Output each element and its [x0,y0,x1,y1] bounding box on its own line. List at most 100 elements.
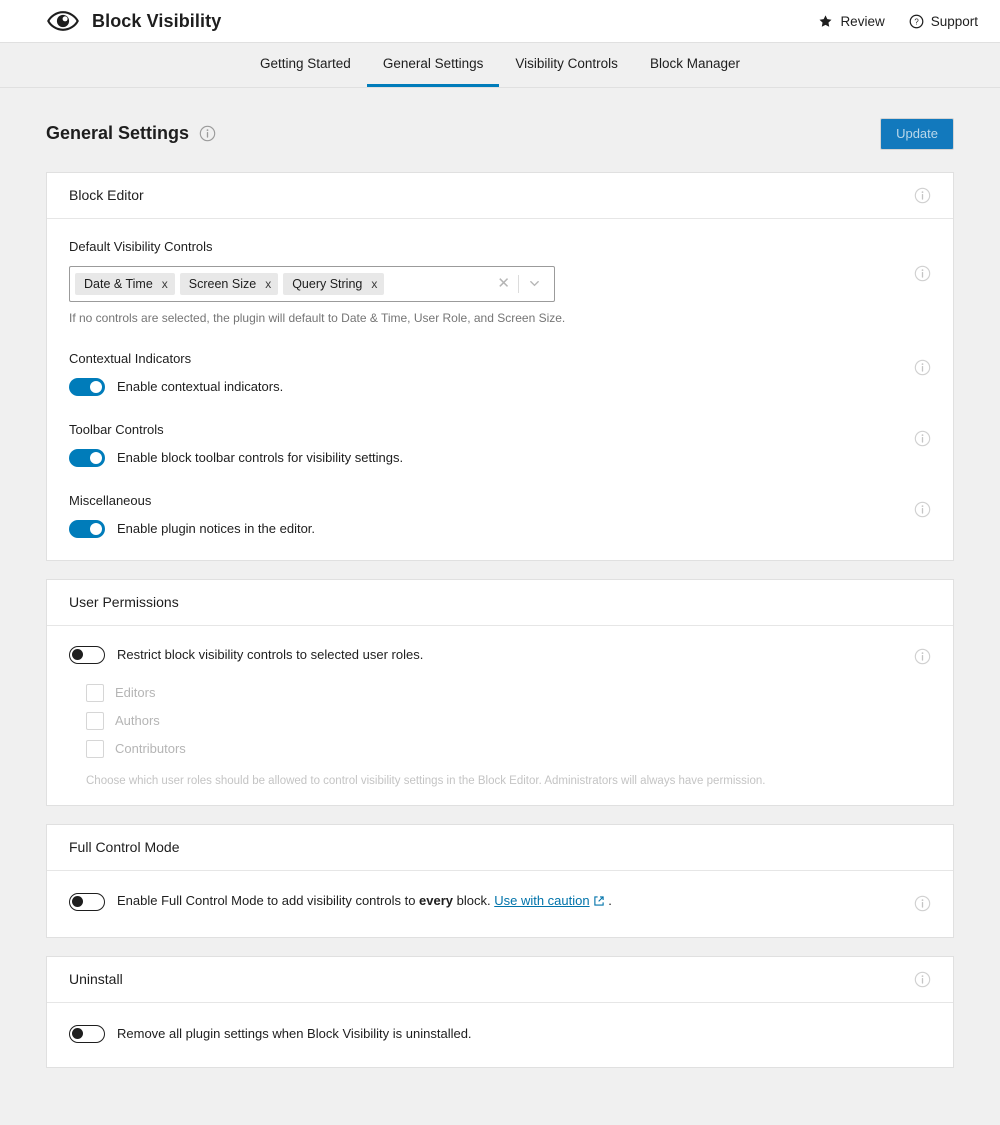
uninstall-row: Remove all plugin settings when Block Vi… [69,1024,931,1043]
tab-bar: Getting Started General Settings Visibil… [0,43,1000,88]
fcm-text-trailing: . [604,893,612,909]
miscellaneous-row: Enable plugin notices in the editor. [69,519,911,538]
panel-body-uninstall: Remove all plugin settings when Block Vi… [47,1003,953,1067]
panel-full-control-mode: Full Control Mode Enable Full Control Mo… [46,823,954,938]
contextual-indicators-label: Contextual Indicators [69,350,192,366]
update-button[interactable]: Update [880,118,954,150]
setting-full-control-mode: Enable Full Control Mode to add visibili… [69,892,931,913]
setting-main: Miscellaneous Enable plugin notices in t… [69,467,911,538]
chevron-down-icon[interactable] [519,277,550,290]
full-control-mode-toggle-label: Enable Full Control Mode to add visibili… [117,893,612,910]
toolbar-controls-toggle[interactable] [69,448,105,467]
setting-main: Toolbar Controls Enable block toolbar co… [69,396,911,467]
close-icon[interactable]: ✕ [489,276,518,291]
panel-user-permissions: User Permissions Restrict block visibili… [46,578,954,806]
setting-info-slot [911,893,931,913]
question-circle-icon: ? [909,14,924,29]
panel-block-editor: Block Editor Default Visibility Controls [46,171,954,561]
role-label: Authors [115,713,160,729]
restrict-roles-toggle-label: Restrict block visibility controls to se… [117,647,424,663]
brand-title: Block Visibility [92,10,222,31]
panel-body-user-permissions: Restrict block visibility controls to se… [47,626,953,805]
panel-title: Full Control Mode [69,839,180,856]
setting-restrict-roles: Restrict block visibility controls to se… [69,645,931,787]
review-link[interactable]: Review [818,13,885,29]
support-label: Support [930,13,978,29]
restrict-roles-toggle[interactable] [69,645,105,664]
app-header: Block Visibility Review ? Support [0,0,1000,43]
panel-title: User Permissions [69,594,179,611]
contextual-indicators-row: Enable contextual indicators. [69,377,911,396]
review-label: Review [840,13,885,29]
role-row-authors[interactable]: Authors [86,711,911,730]
panel-header-uninstall: Uninstall [47,957,953,1003]
panel-uninstall: Uninstall Remove all plugin settings whe… [46,955,954,1068]
contextual-indicators-toggle-label: Enable contextual indicators. [117,379,284,395]
plugin-notices-toggle[interactable] [69,519,105,538]
brand: Block Visibility [46,4,221,38]
restrict-roles-row: Restrict block visibility controls to se… [69,645,911,664]
token-remove-icon[interactable]: x [371,278,377,290]
page-title-info-icon[interactable] [199,125,216,142]
eye-icon [46,4,80,38]
token-list: Date & Time x Screen Size x Query String… [75,272,489,295]
setting-main: Restrict block visibility controls to se… [69,645,911,787]
page-title: General Settings [46,123,190,144]
fcm-text-bold: every [419,893,454,909]
toolbar-controls-row: Enable block toolbar controls for visibi… [69,448,911,467]
uninstall-toggle-label: Remove all plugin settings when Block Vi… [117,1026,472,1042]
full-control-mode-toggle[interactable] [69,892,105,911]
panel-body-block-editor: Default Visibility Controls Date & Time … [47,219,953,560]
panel-body-full-control-mode: Enable Full Control Mode to add visibili… [47,871,953,937]
page-header: General Settings Update [46,88,954,172]
default-controls-help: If no controls are selected, the plugin … [69,310,566,325]
token-query-string: Query String x [283,272,385,295]
panel-title: Uninstall [69,971,123,988]
setting-info-slot [911,325,931,377]
support-link[interactable]: ? Support [909,14,978,29]
tab-getting-started[interactable]: Getting Started [244,43,367,87]
token-screen-size: Screen Size x [179,272,279,295]
default-controls-token-field[interactable]: Date & Time x Screen Size x Query String… [69,265,555,302]
svg-text:?: ? [914,17,919,26]
default-controls-info-icon[interactable] [913,265,931,283]
checkbox-contributors[interactable] [86,739,104,758]
token-remove-icon[interactable]: x [162,278,168,290]
tab-visibility-controls[interactable]: Visibility Controls [499,43,634,87]
checkbox-editors[interactable] [86,683,104,702]
user-permissions-info-icon[interactable] [913,648,931,666]
role-row-editors[interactable]: Editors [86,683,911,702]
plugin-notices-toggle-label: Enable plugin notices in the editor. [117,521,316,537]
user-permissions-help: Choose which user roles should be allowe… [86,774,766,787]
panel-header-full-control-mode: Full Control Mode [47,825,953,871]
miscellaneous-info-icon[interactable] [913,501,931,519]
full-control-mode-info-icon[interactable] [913,895,931,913]
external-link-icon[interactable] [593,895,605,910]
token-label: Date & Time [84,276,153,291]
setting-main: Default Visibility Controls Date & Time … [69,239,911,325]
page-content: General Settings Update Block Editor Def… [0,88,1000,1068]
role-label: Contributors [115,741,186,757]
token-label: Screen Size [188,276,257,291]
uninstall-toggle[interactable] [69,1024,105,1043]
role-label: Editors [115,685,156,701]
tab-general-settings[interactable]: General Settings [366,43,500,87]
toolbar-controls-info-icon[interactable] [913,430,931,448]
tab-block-manager[interactable]: Block Manager [634,43,756,87]
token-remove-icon[interactable]: x [265,278,271,290]
use-with-caution-link[interactable]: Use with caution [494,893,589,908]
token-field-actions: ✕ [489,274,550,293]
header-links: Review ? Support [818,14,978,29]
toolbar-controls-label: Toolbar Controls [69,421,164,437]
block-editor-info-icon[interactable] [913,186,931,204]
fcm-text-part1: Enable Full Control Mode to add visibili… [117,893,420,909]
contextual-indicators-info-icon[interactable] [913,359,931,377]
token-label: Query String [292,276,363,291]
setting-toolbar-controls: Toolbar Controls Enable block toolbar co… [69,396,931,467]
miscellaneous-label: Miscellaneous [69,492,152,508]
contextual-indicators-toggle[interactable] [69,377,105,396]
token-date-time: Date & Time x [75,272,175,295]
role-row-contributors[interactable]: Contributors [86,739,911,758]
uninstall-info-icon[interactable] [913,970,931,988]
checkbox-authors[interactable] [86,711,104,730]
